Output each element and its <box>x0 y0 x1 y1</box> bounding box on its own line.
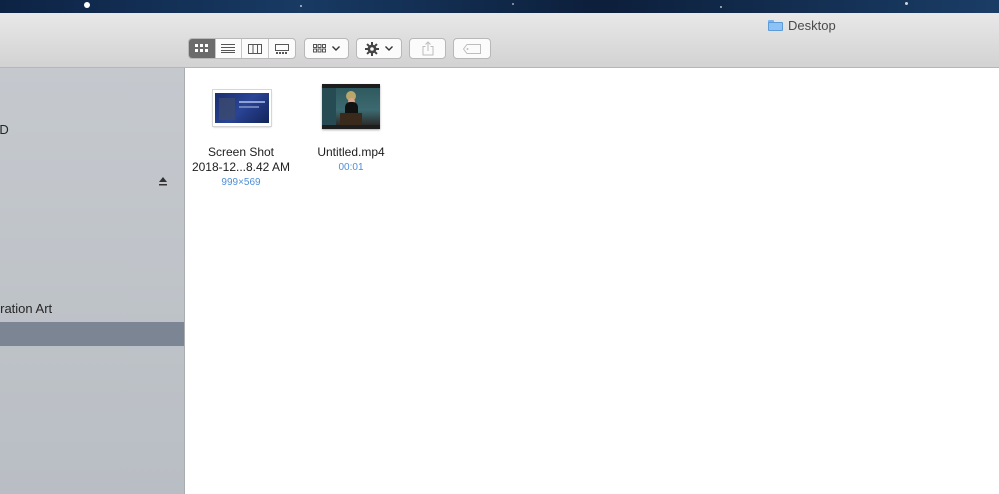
sidebar-item-illustration-art[interactable]: stration Art <box>0 297 184 321</box>
sidebar-item-selected[interactable] <box>0 322 184 346</box>
file-item-video[interactable]: Untitled.mp4 00:01 <box>295 68 407 188</box>
arrange-grid-icon <box>313 44 326 53</box>
video-thumbnail <box>322 84 380 129</box>
window-title-text: Desktop <box>788 17 836 33</box>
sidebar-item-o[interactable]: o <box>0 169 184 193</box>
screenshot-thumbnail <box>213 90 271 126</box>
star <box>512 3 514 5</box>
edit-tags-button[interactable] <box>453 38 491 59</box>
file-name-line2: 2018-12...8.42 AM <box>191 160 291 174</box>
sidebar-item-hd[interactable]: HD <box>0 118 184 142</box>
list-view-button[interactable] <box>216 39 242 58</box>
eject-icon[interactable] <box>159 177 167 186</box>
sidebar-item-label: HD <box>0 122 9 137</box>
file-item-screenshot[interactable]: Screen Shot 2018-12...8.42 AM 999×569 <box>185 68 297 198</box>
sidebar-item-label: stration Art <box>0 301 53 316</box>
toolbar: Desktop <box>0 13 999 68</box>
window-title: Desktop <box>768 17 836 33</box>
file-browser-content: Screen Shot 2018-12...8.42 AM 999×569 Un… <box>185 68 999 494</box>
chevron-down-icon <box>385 46 393 51</box>
column-view-button[interactable] <box>242 39 269 58</box>
sidebar: HD c o s stration Art <box>0 68 185 494</box>
file-dimensions: 999×569 <box>221 177 261 188</box>
finder-window: Desktop D ration Art Screen Shot 2018-12… <box>0 13 999 494</box>
share-icon <box>422 41 433 56</box>
star <box>300 5 302 7</box>
arrange-button[interactable] <box>304 38 349 59</box>
grid-icon <box>195 44 209 52</box>
icon-view-button[interactable] <box>189 39 216 58</box>
file-name-line1: Screen Shot <box>207 145 275 159</box>
gear-icon <box>365 41 379 56</box>
chevron-down-icon <box>332 46 340 51</box>
columns-icon <box>247 43 262 54</box>
star <box>720 6 722 8</box>
star-glint <box>84 2 90 8</box>
file-name: Untitled.mp4 <box>317 145 385 159</box>
cover-flow-icon <box>274 43 289 54</box>
share-button[interactable] <box>409 38 446 59</box>
sidebar-item-c[interactable]: c <box>0 144 184 168</box>
action-button[interactable] <box>356 38 402 59</box>
view-mode-segmented-control <box>188 38 296 59</box>
tag-icon <box>463 43 481 54</box>
list-icon <box>221 44 236 53</box>
folder-icon <box>768 19 783 31</box>
sidebar-item-s[interactable]: s <box>0 273 184 297</box>
desktop-background <box>0 0 999 14</box>
video-duration: 00:01 <box>338 162 364 173</box>
cover-flow-view-button[interactable] <box>269 39 295 58</box>
star <box>905 2 908 5</box>
